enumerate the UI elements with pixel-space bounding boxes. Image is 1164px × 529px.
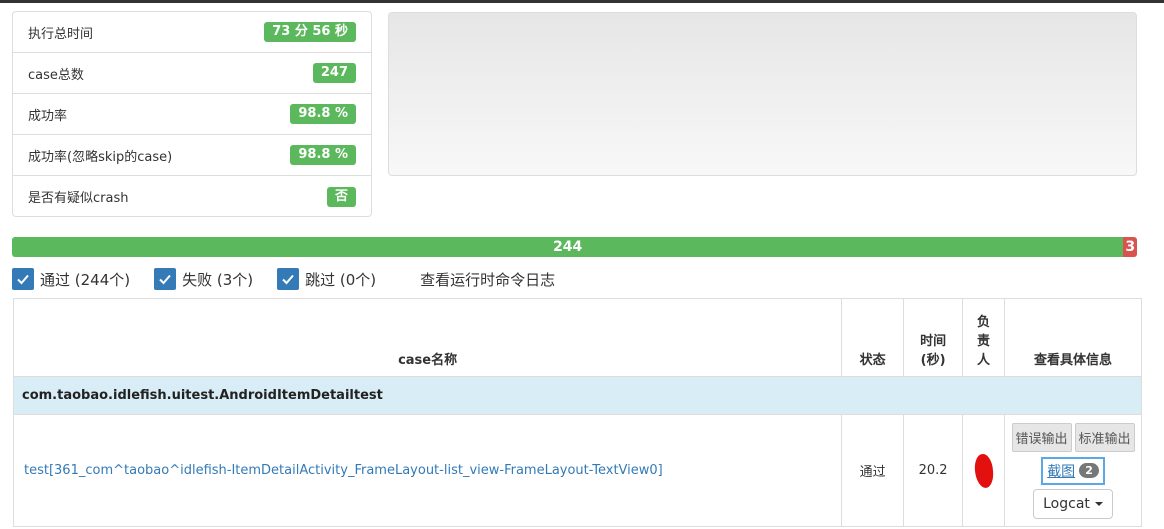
summary-row-case-total: case总数 247: [13, 53, 371, 94]
case-name-link[interactable]: test[361_com^taobao^idlefish-ItemDetailA…: [14, 463, 663, 478]
output-button-row: 错误输出 标准输出: [1005, 422, 1141, 452]
summary-value-badge: 98.8 %: [290, 145, 356, 165]
filter-skip[interactable]: 跳过 (0个): [277, 268, 376, 290]
summary-value-badge: 73 分 56 秒: [264, 22, 356, 42]
caret-down-icon: [1094, 501, 1103, 506]
header-details: 查看具体信息: [1004, 298, 1142, 377]
filter-skip-label: 跳过 (0个): [305, 270, 377, 289]
summary-value-badge: 247: [312, 63, 356, 83]
stdout-button[interactable]: 标准输出: [1074, 422, 1135, 452]
summary-row-success-rate-no-skip: 成功率(忽略skip的case) 98.8 %: [13, 135, 371, 176]
filter-fail[interactable]: 失败 (3个): [154, 268, 253, 290]
view-command-log-link[interactable]: 查看运行时命令日志: [420, 269, 555, 290]
chart-placeholder-panel: [388, 12, 1137, 176]
case-table: case名称 状态 时间 (秒) 负 责 人 查看具体信息 com.taobao…: [12, 298, 1142, 527]
logcat-dropdown-button[interactable]: Logcat: [1033, 488, 1114, 519]
stderr-button[interactable]: 错误输出: [1011, 422, 1072, 452]
filter-pass[interactable]: 通过 (244个): [12, 268, 130, 290]
table-row: test[361_com^taobao^idlefish-ItemDetailA…: [12, 414, 1142, 527]
header-case-name: case名称: [12, 298, 843, 377]
case-time: 20.2: [903, 414, 964, 527]
owner-redaction-mark: [973, 452, 994, 489]
filter-fail-label: 失败 (3个): [182, 270, 254, 289]
summary-panel: 执行总时间 73 分 56 秒 case总数 247 成功率 98.8 % 成功…: [12, 11, 372, 217]
case-status: 通过: [841, 414, 905, 527]
table-group-row: com.taobao.idlefish.uitest.AndroidItemDe…: [13, 376, 1142, 415]
case-details-cell: 错误输出 标准输出 截图 2 Logcat: [1004, 414, 1142, 527]
progress-passed-segment: 244: [12, 237, 1124, 257]
screenshot-button[interactable]: 截图 2: [1041, 456, 1106, 485]
case-owner-cell: [962, 414, 1006, 527]
group-title: com.taobao.idlefish.uitest.AndroidItemDe…: [13, 376, 1142, 415]
filter-pass-label: 通过 (244个): [40, 270, 131, 289]
checkbox-checked-icon[interactable]: [12, 268, 34, 290]
case-name-cell: test[361_com^taobao^idlefish-ItemDetailA…: [12, 414, 843, 527]
top-border: [0, 0, 1164, 3]
summary-label: 成功率: [28, 108, 68, 124]
result-progress-bar: 244 3: [12, 237, 1137, 257]
summary-label: 成功率(忽略skip的case): [28, 149, 173, 165]
filter-bar: 通过 (244个) 失败 (3个) 跳过 (0个) 查看运行时命令日志: [12, 266, 555, 292]
header-time: 时间 (秒): [903, 298, 964, 377]
summary-label: 执行总时间: [28, 26, 94, 42]
summary-row-duration: 执行总时间 73 分 56 秒: [13, 12, 371, 53]
checkbox-checked-icon[interactable]: [154, 268, 177, 290]
table-header-row: case名称 状态 时间 (秒) 负 责 人 查看具体信息: [12, 298, 1142, 377]
summary-row-crash: 是否有疑似crash 否: [13, 176, 371, 216]
summary-value-badge: 98.8 %: [290, 104, 356, 124]
summary-label: 是否有疑似crash: [28, 191, 129, 206]
header-status: 状态: [841, 298, 905, 377]
summary-row-success-rate: 成功率 98.8 %: [13, 94, 371, 135]
screenshot-count-badge: 2: [1079, 463, 1099, 478]
summary-value-badge: 否: [326, 186, 356, 207]
progress-failed-segment: 3: [1123, 237, 1137, 257]
screenshot-link[interactable]: 截图: [1047, 461, 1075, 481]
checkbox-checked-icon[interactable]: [277, 268, 300, 290]
summary-label: case总数: [28, 67, 84, 83]
header-owner: 负 责 人: [962, 298, 1006, 377]
logcat-label: Logcat: [1043, 495, 1090, 512]
